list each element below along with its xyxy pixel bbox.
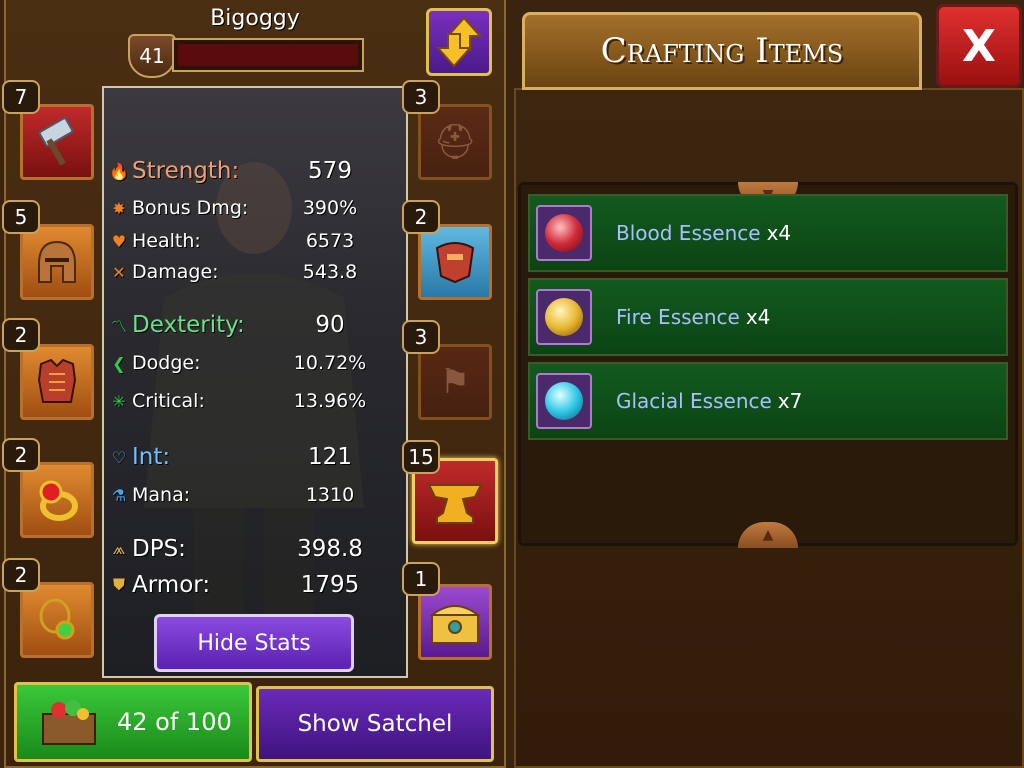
helm-slot-icon: ⛑	[433, 122, 477, 162]
fire-essence-icon	[536, 289, 592, 345]
crafting-title-tab: Crafting Items	[522, 12, 922, 90]
slot-chest-armor-count: 2	[2, 318, 40, 352]
satchel-count-text: 42 of 100	[117, 708, 232, 736]
crafting-title: Crafting Items	[600, 31, 844, 71]
item-quantity: x7	[777, 389, 803, 413]
xp-bar-fill	[178, 44, 358, 66]
int-icon: ♡	[111, 447, 127, 467]
slot-chest-count: 1	[402, 562, 440, 596]
item-name: Glacial Essence	[616, 389, 772, 413]
crafting-item-blood-essence[interactable]: Blood Essence x4	[528, 194, 1008, 272]
stat-damage: ✕ Damage: 543.8	[108, 257, 398, 287]
critical-icon: ✳	[112, 391, 126, 411]
xp-bar	[172, 38, 364, 72]
item-name: Blood Essence	[616, 221, 761, 245]
stat-strength: 🔥 Strength: 579	[109, 158, 352, 184]
slot-anvil-count: 15	[402, 440, 440, 474]
slot-ring-count: 2	[2, 438, 40, 472]
treasure-chest-icon	[429, 605, 481, 644]
slot-helm-empty[interactable]: ⛑	[418, 104, 492, 180]
satchel-icon	[42, 700, 96, 745]
stat-health: ♥ Health: 6573	[108, 226, 398, 256]
chevron-left-icon: ❮	[112, 353, 126, 373]
satchel-capacity-button[interactable]: 42 of 100	[14, 682, 252, 762]
stat-armor: ⛊ Armor: 1795	[108, 570, 398, 600]
blood-essence-icon	[536, 205, 592, 261]
stat-dexterity: 〽 Dexterity: 90	[108, 310, 398, 340]
stat-dodge: ❮ Dodge: 10.72%	[108, 348, 398, 378]
flame-icon: 🔥	[109, 161, 129, 181]
slot-banner-empty[interactable]: ⚑	[418, 344, 492, 420]
slot-amulet-count: 2	[2, 558, 40, 592]
hide-stats-button[interactable]: Hide Stats	[154, 614, 354, 672]
slot-helmet[interactable]	[20, 224, 94, 300]
burst-icon: ✸	[112, 198, 126, 218]
swap-button[interactable]	[426, 8, 492, 76]
claw-icon: ⩕	[112, 539, 126, 558]
close-button[interactable]: X	[936, 4, 1022, 88]
stat-mana: ⚗ Mana: 1310	[108, 480, 398, 510]
crossed-swords-icon: ✕	[112, 262, 126, 282]
slot-ring[interactable]	[20, 462, 94, 538]
slot-hammer[interactable]	[20, 104, 94, 180]
glacial-essence-icon	[536, 373, 592, 429]
slot-helmet-count: 5	[2, 200, 40, 234]
slot-shoulder-count: 2	[402, 200, 440, 234]
stat-dps: ⩕ DPS: 398.8	[108, 534, 398, 564]
banner-icon: ⚑	[439, 362, 471, 402]
chevron-up-icon: ▲	[762, 527, 774, 543]
crafting-item-glacial-essence[interactable]: Glacial Essence x7	[528, 362, 1008, 440]
slot-banner-count: 3	[402, 320, 440, 354]
anvil-icon	[427, 484, 483, 524]
heart-icon: ♥	[111, 231, 127, 251]
potion-icon: ⚗	[111, 485, 127, 505]
slot-helm-count: 3	[402, 80, 440, 114]
show-satchel-button[interactable]: Show Satchel	[256, 686, 494, 762]
slot-amulet[interactable]	[20, 582, 94, 658]
level-badge: 41	[128, 34, 176, 78]
item-quantity: x4	[745, 305, 771, 329]
chest-armor-icon	[37, 358, 77, 403]
stat-critical: ✳ Critical: 13.96%	[108, 386, 398, 416]
stat-bonus-dmg: ✸ Bonus Dmg: 390%	[108, 193, 398, 223]
helmet-icon	[38, 240, 76, 283]
item-name: Fire Essence	[616, 305, 740, 329]
ring-icon	[39, 480, 78, 521]
swap-arrows-icon	[435, 16, 483, 68]
shield-icon: ⛊	[112, 575, 125, 594]
stat-int: ♡ Int: 121	[108, 442, 398, 472]
hammer-icon	[38, 117, 74, 166]
slot-chest-armor[interactable]	[20, 344, 94, 420]
shoulder-armor-icon	[435, 242, 475, 284]
character-name: Bigoggy	[210, 6, 300, 31]
slot-hammer-count: 7	[2, 80, 40, 114]
dexterity-icon: 〽	[110, 317, 127, 336]
crafting-item-fire-essence[interactable]: Fire Essence x4	[528, 278, 1008, 356]
amulet-icon	[39, 598, 75, 640]
slot-shoulder-armor[interactable]	[418, 224, 492, 300]
item-quantity: x4	[766, 221, 792, 245]
